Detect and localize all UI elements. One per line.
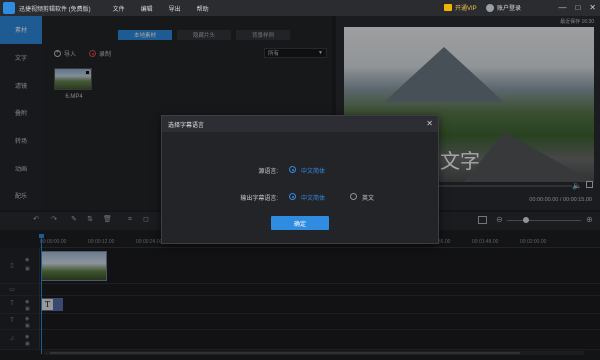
dialog-header: 选择字幕语言 xyxy=(162,116,438,132)
menu-bar: 文件 编辑 导出 帮助 xyxy=(113,4,225,13)
dialog-title: 选择字幕语言 xyxy=(168,122,205,129)
output-radio-chinese[interactable] xyxy=(289,193,296,200)
source-language-label: 源语言: xyxy=(258,169,278,175)
source-option-label[interactable]: 中文简体 xyxy=(301,166,325,175)
crown-icon xyxy=(444,4,452,11)
login-label: 账户登录 xyxy=(497,6,522,12)
vip-label: 开通VIP xyxy=(455,6,477,12)
vip-button[interactable]: 开通VIP xyxy=(444,3,477,12)
user-icon xyxy=(486,3,494,12)
subtitle-language-dialog: 选择字幕语言 ✕ 源语言: 中文简体 输出字幕语言: 中文简体 英文 确定 xyxy=(161,115,439,244)
app-logo-icon xyxy=(3,2,15,14)
app-title: 迅捷视频剪辑软件 (免费版) xyxy=(19,6,91,13)
window-controls: — □ ✕ xyxy=(558,3,596,12)
output-option-english[interactable]: 英文 xyxy=(362,193,374,202)
source-radio-chinese[interactable] xyxy=(289,166,296,173)
menu-help[interactable]: 帮助 xyxy=(197,4,225,13)
output-radio-english[interactable] xyxy=(350,193,357,200)
menu-file[interactable]: 文件 xyxy=(113,4,141,13)
menu-edit[interactable]: 编辑 xyxy=(141,4,169,13)
close-icon[interactable]: ✕ xyxy=(426,119,433,128)
title-bar: 迅捷视频剪辑软件 (免费版) 文件 编辑 导出 帮助 开通VIP 账户登录 — … xyxy=(0,0,600,16)
output-option-chinese[interactable]: 中文简体 xyxy=(301,193,325,202)
output-language-label: 输出字幕语言: xyxy=(240,196,278,202)
confirm-button[interactable]: 确定 xyxy=(271,216,329,230)
close-icon[interactable]: ✕ xyxy=(589,3,596,12)
login-button[interactable]: 账户登录 xyxy=(486,3,521,12)
menu-export[interactable]: 导出 xyxy=(169,4,197,13)
minimize-icon[interactable]: — xyxy=(558,3,566,12)
maximize-icon[interactable]: □ xyxy=(575,3,580,12)
